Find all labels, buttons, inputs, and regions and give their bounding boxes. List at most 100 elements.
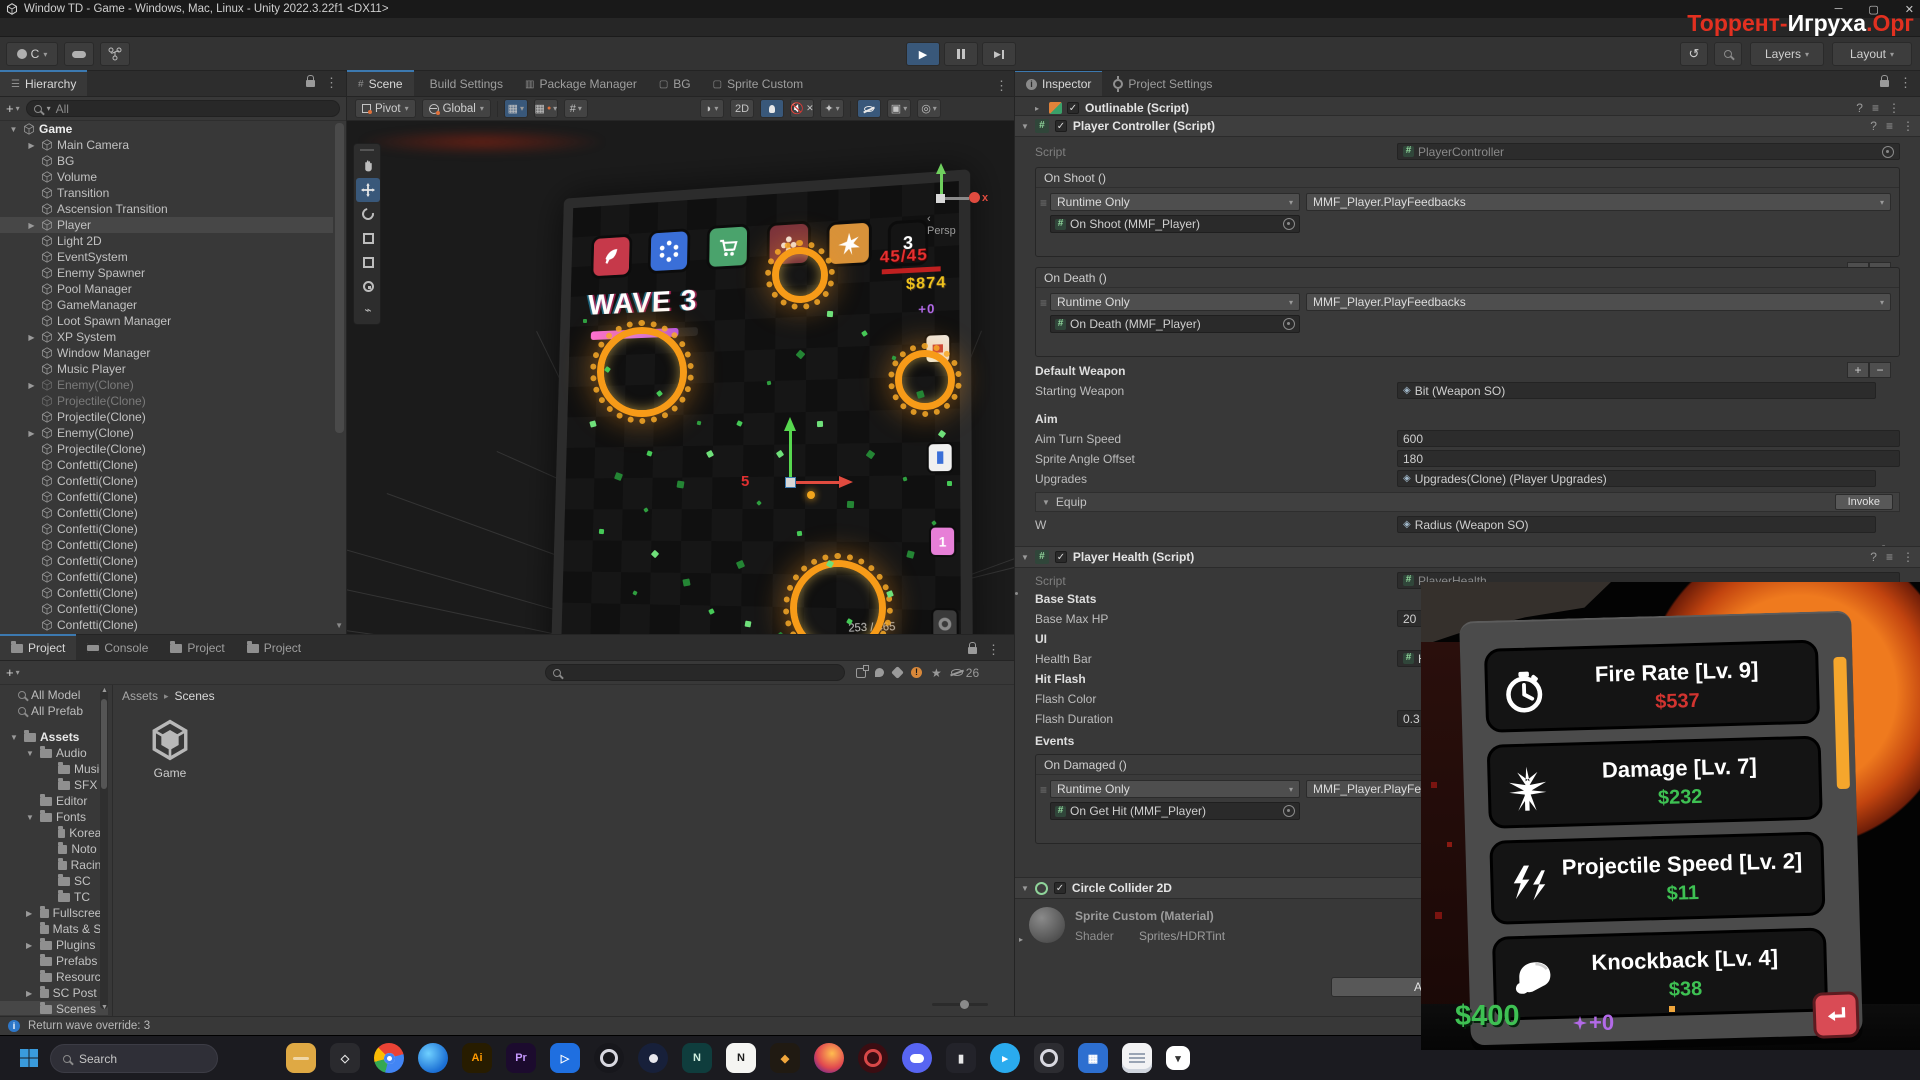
taskbar-icon-overflow[interactable]: ▾ xyxy=(1166,1046,1190,1070)
project-tab[interactable]: Console xyxy=(76,636,159,660)
hierarchy-row[interactable]: Window Manager xyxy=(0,345,333,361)
lock-icon[interactable] xyxy=(1880,80,1889,87)
project-search-input[interactable] xyxy=(545,664,845,681)
taskbar-icon-opera-gx[interactable] xyxy=(858,1043,888,1073)
hidden-count-badge[interactable]: 26 xyxy=(951,666,979,680)
move-tool-button[interactable] xyxy=(356,178,380,202)
foldout-arrow-icon[interactable]: ▼ xyxy=(1021,884,1029,893)
2d-toggle[interactable]: 2D xyxy=(730,99,754,118)
hierarchy-row[interactable]: Confetti(Clone) xyxy=(0,553,333,569)
panel-menu-icon[interactable]: ⋮ xyxy=(325,75,338,91)
help-icon[interactable]: ? xyxy=(1870,119,1877,133)
project-tab[interactable]: Project xyxy=(236,636,312,660)
expand-arrow-icon[interactable]: ▶ xyxy=(26,221,37,230)
event-callback-dropdown[interactable]: MMF_Player.PlayFeedbacks▾ xyxy=(1306,293,1891,311)
hierarchy-row[interactable]: Loot Spawn Manager xyxy=(0,313,333,329)
gizmos-dropdown[interactable]: ◎▾ xyxy=(917,99,941,118)
taskbar-icon-media-app[interactable]: ▷ xyxy=(550,1043,580,1073)
snap-settings-button[interactable]: #▾ xyxy=(564,99,588,118)
expand-arrow-icon[interactable]: ▶ xyxy=(26,141,37,150)
taskbar-icon-clock-app[interactable]: ▮ xyxy=(946,1043,976,1073)
rotate-tool-button[interactable] xyxy=(356,202,380,226)
taskbar-icon-unity-hub[interactable] xyxy=(1034,1043,1064,1073)
grid-snap-toggle[interactable]: ▦▾ xyxy=(504,99,528,118)
event-callback-dropdown[interactable]: MMF_Player.PlayFeedbacks▾ xyxy=(1306,193,1891,211)
upgrade-projectile-speed-button[interactable]: Projectile Speed [Lv. 2] $11 xyxy=(1489,831,1825,924)
layout-dropdown[interactable]: Layout▾ xyxy=(1832,42,1912,66)
warning-icon[interactable]: ! xyxy=(911,667,922,678)
folder-row[interactable]: ▼ Assets xyxy=(0,729,108,745)
script-field[interactable]: # PlayerController xyxy=(1397,143,1900,160)
expand-arrow-icon[interactable]: ▼ xyxy=(8,125,19,134)
scroll-up-arrow-icon[interactable]: ▲ xyxy=(101,687,108,694)
component-header-player-health[interactable]: ▼ # ✓ Player Health (Script) ?≡⋮ xyxy=(1015,546,1920,568)
hierarchy-row[interactable]: Light 2D xyxy=(0,233,333,249)
version-control-button[interactable] xyxy=(100,42,130,66)
folder-row[interactable]: SC xyxy=(0,873,108,889)
presets-icon[interactable]: ≡ xyxy=(1872,101,1879,115)
invoke-button[interactable]: Invoke xyxy=(1835,494,1893,510)
presets-icon[interactable]: ≡ xyxy=(1886,550,1893,564)
folder-row[interactable]: SFX xyxy=(0,777,108,793)
hierarchy-row[interactable]: EventSystem xyxy=(0,249,333,265)
help-icon[interactable]: ? xyxy=(1856,101,1863,115)
project-tab[interactable]: Project xyxy=(159,636,235,660)
sprite-angle-offset-input[interactable]: 180 xyxy=(1397,450,1900,467)
folder-row[interactable]: Korean xyxy=(0,825,108,841)
panel-menu-icon[interactable]: ⋮ xyxy=(995,78,1008,94)
event-mode-dropdown[interactable]: Runtime Only▾ xyxy=(1050,780,1300,798)
taskbar-icon-discord[interactable] xyxy=(902,1043,932,1073)
pivot-dropdown[interactable]: Pivot▾ xyxy=(355,99,416,118)
asset-store-icon[interactable] xyxy=(875,668,884,677)
hierarchy-row[interactable]: Confetti(Clone) xyxy=(0,489,333,505)
taskbar-icon-steam[interactable] xyxy=(638,1043,668,1073)
foldout-arrow-icon[interactable]: ▼ xyxy=(1021,122,1029,131)
taskbar-icon-chrome[interactable] xyxy=(374,1043,404,1073)
camera-dropdown[interactable]: ▣▾ xyxy=(887,99,911,118)
hierarchy-row[interactable]: Enemy Spawner xyxy=(0,265,333,281)
hierarchy-row[interactable]: Confetti(Clone) xyxy=(0,569,333,585)
scene-view-tab[interactable]: Build Settings xyxy=(414,72,514,96)
shading-mode-dropdown[interactable]: ◗▾ xyxy=(700,99,724,118)
expand-arrow-icon[interactable]: ▶ xyxy=(26,333,37,342)
expand-arrow-icon[interactable]: ▼ xyxy=(26,749,36,758)
taskbar-icon-illustrator[interactable]: Ai xyxy=(462,1043,492,1073)
taskbar-icon-firefox[interactable] xyxy=(814,1043,844,1073)
hierarchy-row[interactable]: Transition xyxy=(0,185,333,201)
account-button[interactable]: C▾ xyxy=(6,42,58,66)
hierarchy-row[interactable]: GameManager xyxy=(0,297,333,313)
effects-dropdown[interactable]: ✦▾ xyxy=(820,99,844,118)
folder-row[interactable]: Scenes xyxy=(0,1001,108,1015)
expand-arrow-icon[interactable]: ▶ xyxy=(26,989,36,998)
more-icon[interactable]: ⋮ xyxy=(1902,550,1914,564)
upgrades-field[interactable]: ◈Upgrades(Clone) (Player Upgrades) xyxy=(1397,470,1876,487)
favorites-star-icon[interactable]: ★ xyxy=(931,666,942,680)
taskbar-icon-app-n[interactable]: N xyxy=(682,1043,712,1073)
breadcrumb[interactable]: Assets ▸ Scenes xyxy=(122,689,215,703)
hierarchy-row[interactable]: Confetti(Clone) xyxy=(0,537,333,553)
scene-view-tab[interactable]: #Scene xyxy=(347,70,414,96)
expand-arrow-icon[interactable]: ▶ xyxy=(26,381,37,390)
hierarchy-row[interactable]: ▶ XP System xyxy=(0,329,333,345)
folder-row[interactable]: Mats & Sh xyxy=(0,921,108,937)
pause-button[interactable] xyxy=(944,42,978,66)
hierarchy-row[interactable]: Confetti(Clone) xyxy=(0,457,333,473)
scene-canvas[interactable]: 3 WAVE 3 45/45 $874 +0 1 ^ xyxy=(347,121,1014,634)
icon-size-slider[interactable] xyxy=(932,1003,988,1006)
hierarchy-row[interactable]: Ascension Transition xyxy=(0,201,333,217)
hierarchy-search-input[interactable]: ▾ All xyxy=(26,100,340,117)
rect-tool-button[interactable] xyxy=(356,250,380,274)
taskbar-icon-unity[interactable]: ◇ xyxy=(330,1043,360,1073)
hierarchy-row[interactable]: Volume xyxy=(0,169,333,185)
scroll-down-arrow-icon[interactable]: ▼ xyxy=(335,621,343,630)
taskbar-icon-edge[interactable] xyxy=(418,1043,448,1073)
event-target-field[interactable]: # On Death (MMF_Player) xyxy=(1050,315,1300,333)
more-icon[interactable]: ⋮ xyxy=(1902,119,1914,133)
breadcrumb-current[interactable]: Scenes xyxy=(175,689,215,703)
tab-project-settings[interactable]: Project Settings xyxy=(1102,72,1223,96)
persp-label[interactable]: ‹ Persp xyxy=(927,213,956,237)
hierarchy-row[interactable]: Confetti(Clone) xyxy=(0,585,333,601)
custom-tool-button[interactable]: ⌁ xyxy=(356,298,380,322)
confirm-button[interactable] xyxy=(1812,991,1860,1039)
hierarchy-row[interactable]: BG xyxy=(0,153,333,169)
